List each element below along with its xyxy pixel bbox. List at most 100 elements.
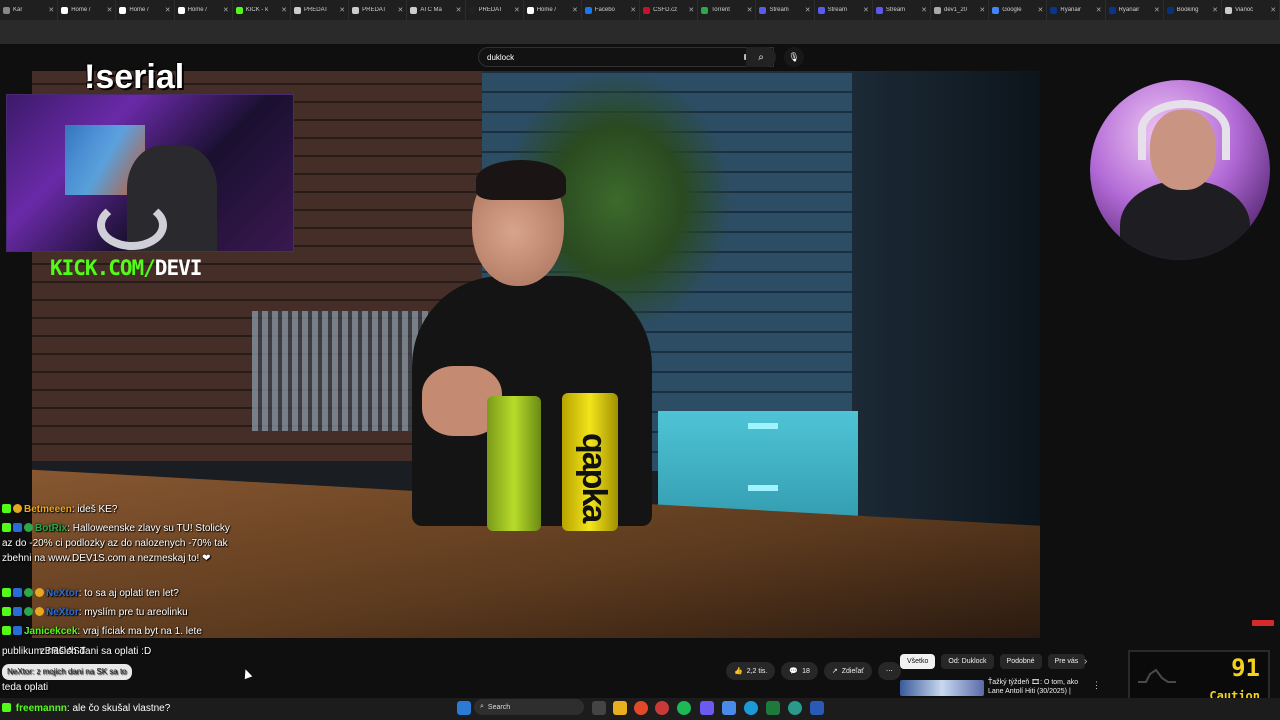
browser-tab[interactable]: PREDAT ✕ [291,0,350,20]
close-tab-icon[interactable]: ✕ [805,6,811,14]
file-explorer-icon[interactable] [613,701,627,715]
close-tab-icon[interactable]: ✕ [863,6,869,14]
close-tab-icon[interactable]: ✕ [48,6,54,14]
browser-tab[interactable]: ČSFD.cz ✕ [640,0,699,20]
close-tab-icon[interactable]: ✕ [456,6,462,14]
browser-tab[interactable]: Stream ✕ [815,0,873,20]
browser-tab-strip: Kár ✕ Home / ✕ Home / ✕ Home / ✕ KICK - k ✕ PREDAT… [0,0,1280,20]
browser-tab[interactable]: Booking ✕ [1164,0,1222,20]
browser-tab[interactable]: Ryanair ✕ [1106,0,1164,20]
discord-icon[interactable] [700,701,714,715]
recommended-title[interactable]: Ťažký týždeň 🎞: O tom, ako Lane Antolí H… [988,678,1088,696]
kebab-menu-icon[interactable]: ⋮ [1092,680,1101,691]
app-icon[interactable] [722,701,736,715]
tab-label: Home / [187,7,207,13]
chevron-right-icon[interactable]: › [1084,656,1087,667]
browser-tab[interactable]: Stream ✕ [873,0,931,20]
chat-username: NeXtor [46,607,79,618]
comments-button[interactable]: 💬 18 [781,662,818,680]
kick-badge-icon [2,504,11,513]
tab-label: Torrent [711,7,730,13]
close-tab-icon[interactable]: ✕ [514,6,520,14]
app-icon[interactable] [788,701,802,715]
share-button[interactable]: ↗ Zdieľať [823,662,872,680]
task-view-icon[interactable] [592,701,606,715]
word-icon[interactable] [810,701,824,715]
kick-channel-name: DEVI [154,256,203,280]
like-button[interactable]: 👍 2,2 tis. [726,662,776,680]
tab-favicon-icon [235,6,243,14]
chip-from-channel[interactable]: Od: Duklock [941,654,994,669]
search-button[interactable]: ⌕ [746,47,776,67]
chrome-icon[interactable] [634,701,648,715]
green-badge-icon [24,523,33,532]
close-tab-icon[interactable]: ✕ [339,6,345,14]
edge-icon[interactable] [744,701,758,715]
windows-start-icon[interactable] [457,701,471,715]
close-tab-icon[interactable]: ✕ [165,6,171,14]
browser-tab[interactable]: Home / ✕ [116,0,175,20]
corner-badge [1252,620,1274,626]
chat-username: freemannn [15,703,67,714]
close-tab-icon[interactable]: ✕ [1270,6,1276,14]
chat-line: z našich dani sa oplati :D [40,646,152,657]
browser-toolbar [0,20,1280,44]
close-tab-icon[interactable]: ✕ [1154,6,1160,14]
close-tab-icon[interactable]: ✕ [107,6,113,14]
more-actions-button[interactable]: ⋯ [877,662,901,680]
browser-tab[interactable]: Vianoč ✕ [1222,0,1280,20]
gold-badge-icon [13,504,22,513]
browser-tab[interactable]: Google ✕ [989,0,1048,20]
recommended-video[interactable]: Ťažký týždeň 🎞: O tom, ako Lane Antolí H… [900,678,1101,696]
close-tab-icon[interactable]: ✕ [630,6,636,14]
tab-favicon-icon [992,6,1000,14]
video-actions: 👍 2,2 tis. 💬 18 ↗ Zdieľať ⋯ [726,662,901,680]
browser-tab[interactable]: KICK - k ✕ [233,0,291,20]
caution-value: 91 [1231,654,1260,682]
browser-tab[interactable]: dev1_20 ✕ [931,0,990,20]
chip-all[interactable]: Všetko [900,654,936,669]
browser-tab[interactable]: Home / ✕ [175,0,233,20]
tab-favicon-icon [410,6,418,14]
close-tab-icon[interactable]: ✕ [1038,6,1044,14]
share-icon: ↗ [831,668,838,675]
spotify-icon[interactable] [677,701,691,715]
browser-tab[interactable]: PREDAT ✕ [349,0,408,20]
voice-search-button[interactable]: 🎙 [784,47,804,67]
tab-label: Booking [1176,7,1199,13]
browser-tab[interactable]: Ryanair ✕ [1047,0,1106,20]
chip-for-you[interactable]: Pre vás [1047,654,1086,669]
close-tab-icon[interactable]: ✕ [223,6,229,14]
browser-tab[interactable]: Facebo ✕ [582,0,641,20]
browser-tab[interactable]: Home / ✕ [524,0,582,20]
close-tab-icon[interactable]: ✕ [281,6,287,14]
browser-tab[interactable]: PREDAT ✕ [466,0,524,20]
close-tab-icon[interactable]: ✕ [979,6,985,14]
tab-favicon-icon [119,6,127,14]
excel-icon[interactable] [766,701,780,715]
close-tab-icon[interactable]: ✕ [1212,6,1218,14]
browser-tab[interactable]: ATC Ma ✕ [407,0,466,20]
app-icon[interactable] [655,701,669,715]
comment-count: 18 [802,667,810,675]
more-icon: ⋯ [885,668,893,675]
host-hair [476,160,566,200]
close-tab-icon[interactable]: ✕ [688,6,694,14]
close-tab-icon[interactable]: ✕ [1096,6,1102,14]
close-tab-icon[interactable]: ✕ [572,6,578,14]
taskbar-search[interactable]: ⌕ Search [474,699,584,715]
search-input[interactable]: duklock ✕ [478,47,774,67]
green-badge-icon [24,588,33,597]
browser-tab[interactable]: Kár ✕ [0,0,59,20]
close-tab-icon[interactable]: ✕ [397,6,403,14]
browser-tab[interactable]: Home / ✕ [58,0,117,20]
browser-tab[interactable]: Torrent ✕ [698,0,757,20]
filter-chips: Všetko Od: Duklock Podobné Pre vás [900,654,1086,669]
mod-badge-icon [13,523,22,532]
close-tab-icon[interactable]: ✕ [747,6,753,14]
chip-related[interactable]: Podobné [999,654,1042,669]
close-tab-icon[interactable]: ✕ [921,6,927,14]
chat-message: NeXtor: to sa aj oplati ten let? [2,586,240,601]
recommended-thumbnail[interactable] [900,680,984,696]
browser-tab[interactable]: Stream ✕ [756,0,815,20]
